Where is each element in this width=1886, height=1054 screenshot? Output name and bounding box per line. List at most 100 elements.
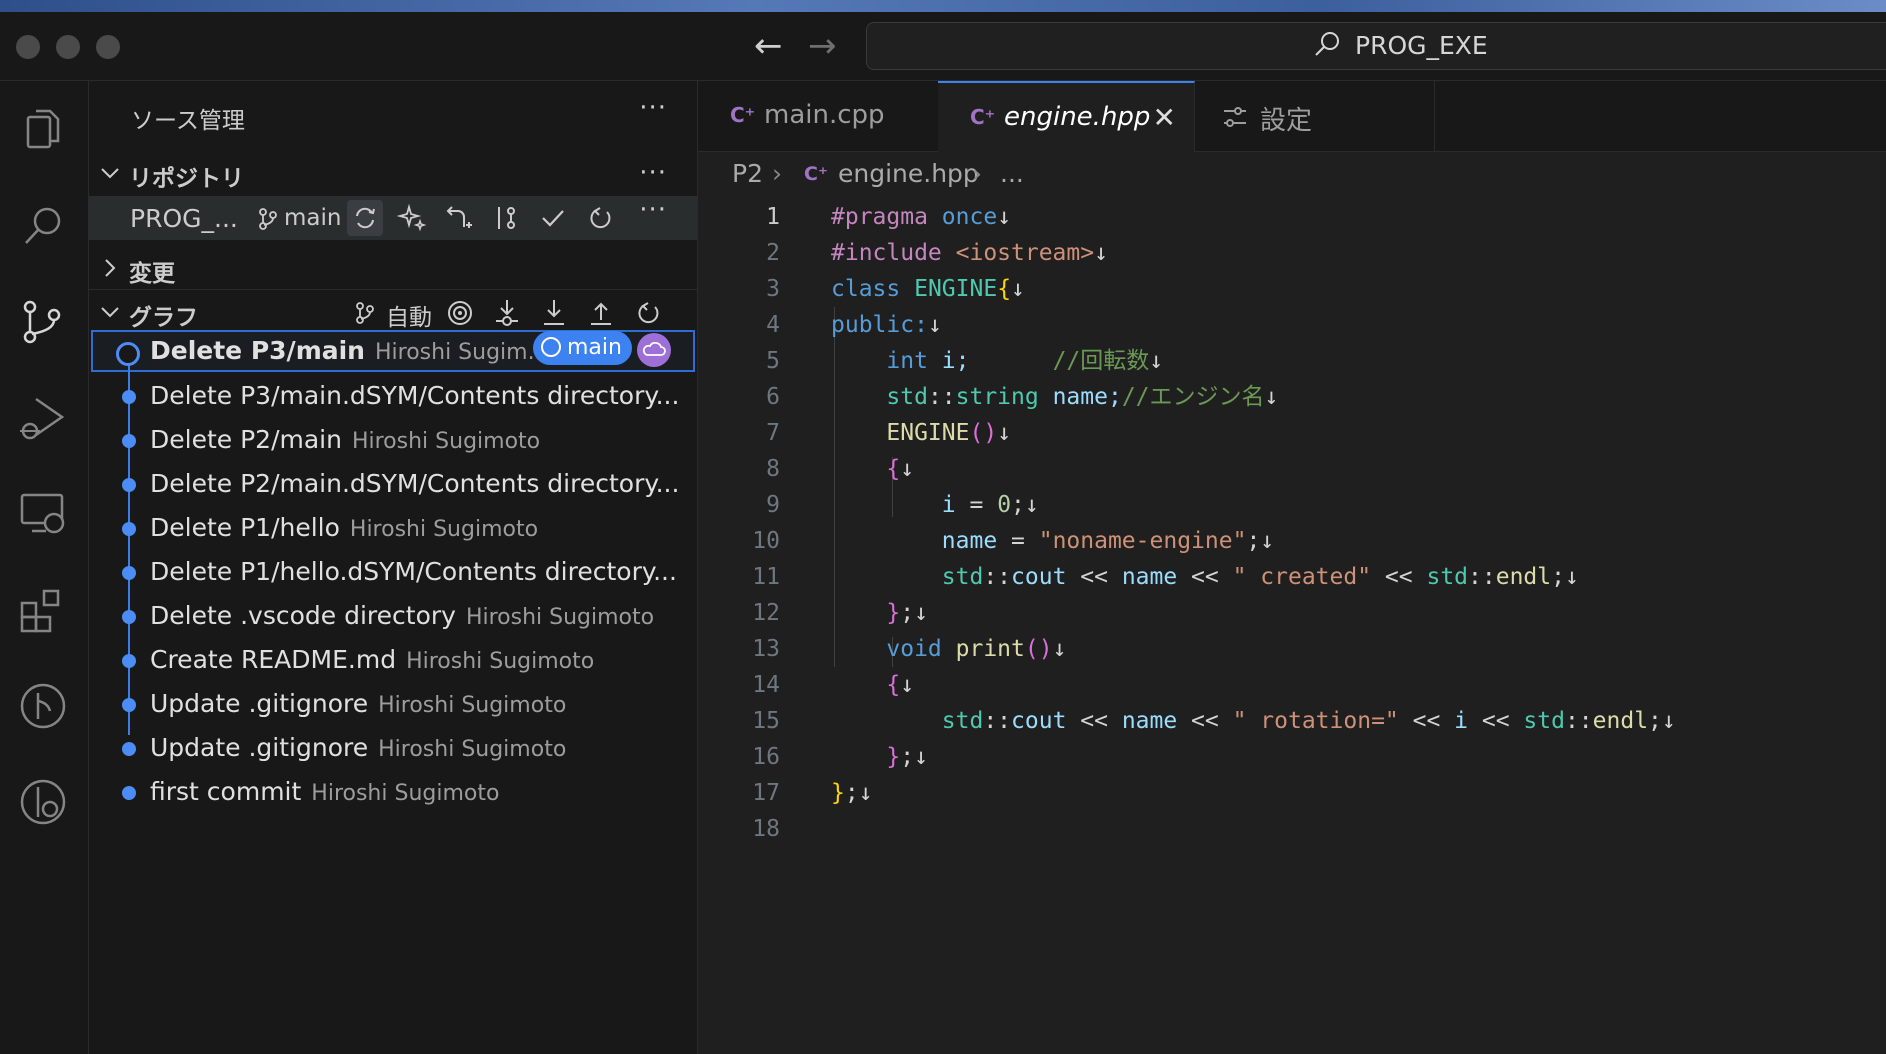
commit-node xyxy=(122,654,136,668)
breadcrumb-file[interactable]: engine.hpp xyxy=(838,159,979,188)
run-debug-icon[interactable] xyxy=(16,391,70,445)
fetch-icon[interactable] xyxy=(492,298,522,328)
commit-row[interactable]: Delete P2/main.dSYM/Contents directory..… xyxy=(89,463,697,507)
changes-section-label: 変更 xyxy=(129,261,175,287)
sparkle-icon[interactable] xyxy=(397,203,427,233)
repository-row[interactable]: PROG_... main ··· xyxy=(89,195,697,240)
code-line: 17};↓ xyxy=(752,780,873,806)
explorer-icon[interactable] xyxy=(16,103,70,157)
close-window-button[interactable] xyxy=(16,35,40,59)
commit-node xyxy=(122,434,136,448)
commit-row[interactable]: Delete P1/hello.dSYM/Contents directory.… xyxy=(89,551,697,595)
chevron-right-icon xyxy=(105,259,116,277)
commit-row[interactable]: Delete P3/main.dSYM/Contents directory..… xyxy=(89,375,697,419)
commit-row[interactable]: Delete P2/main Hiroshi Sugimoto xyxy=(89,419,697,463)
commit-node xyxy=(122,566,136,580)
close-icon[interactable]: ✕ xyxy=(1153,101,1176,134)
editor-area: C⁺ main.cpp C⁺ engine.hpp ✕ 設定 P2 › C⁺ e… xyxy=(698,81,1886,1054)
forward-arrow-icon[interactable]: → xyxy=(808,26,837,66)
code-line: 5 int i; //回転数↓ xyxy=(766,348,1164,374)
code-line: 13 void print()↓ xyxy=(752,636,1067,662)
back-arrow-icon[interactable]: ← xyxy=(754,26,783,66)
create-pull-request-icon[interactable] xyxy=(444,203,474,233)
cpp-file-icon: C⁺ xyxy=(804,163,828,185)
commit-row[interactable]: Delete .vscode directory Hiroshi Sugimoto xyxy=(89,595,697,639)
sync-icon[interactable] xyxy=(350,203,380,233)
zoom-window-button[interactable] xyxy=(96,35,120,59)
push-icon[interactable] xyxy=(586,298,616,328)
breadcrumb-symbol[interactable]: ... xyxy=(1000,159,1024,188)
desktop-strip xyxy=(0,0,1886,12)
commit-message: Delete P1/hello Hiroshi Sugimoto xyxy=(150,513,539,542)
commit-row[interactable]: Create README.md Hiroshi Sugimoto xyxy=(89,639,697,683)
code-line: 3 class ENGINE{↓ xyxy=(766,276,1025,302)
commit-message: first commit Hiroshi Sugimoto xyxy=(150,777,500,806)
code-line: 12 };↓ xyxy=(752,600,928,626)
command-center-search[interactable]: PROG_EXE xyxy=(866,22,1886,70)
code-line: 18 xyxy=(752,816,780,842)
commit-message: Delete P1/hello.dSYM/Contents directory.… xyxy=(150,557,677,586)
extensions-icon[interactable] xyxy=(16,583,70,637)
commit-message: Delete P2/main Hiroshi Sugimoto xyxy=(150,425,541,454)
cloud-icon xyxy=(637,333,671,367)
pull-icon[interactable] xyxy=(539,298,569,328)
refresh-icon[interactable] xyxy=(585,203,615,233)
chevron-right-icon: › xyxy=(972,159,982,188)
commit-message: Update .gitignore Hiroshi Sugimoto xyxy=(150,689,567,718)
commit-node xyxy=(122,390,136,404)
code-line: 1 #pragma once↓ xyxy=(766,204,1012,230)
commit-row[interactable]: Update .gitignore Hiroshi Sugimoto xyxy=(89,727,697,771)
commit-node xyxy=(122,742,136,756)
head-commit-node xyxy=(116,342,140,366)
code-line: 15 std::cout << name << " rotation=" << … xyxy=(752,708,1676,734)
branch-icon xyxy=(356,302,374,324)
chevron-right-icon: › xyxy=(772,159,782,188)
remote-explorer-icon[interactable] xyxy=(16,487,70,541)
refresh-icon[interactable] xyxy=(633,298,663,328)
commit-row[interactable]: Delete P1/hello Hiroshi Sugimoto xyxy=(89,507,697,551)
repositories-more-button[interactable]: ··· xyxy=(639,158,667,188)
commit-message: Update .gitignore Hiroshi Sugimoto xyxy=(150,733,567,762)
graph-section-header[interactable]: グラフ 自動 xyxy=(89,293,697,333)
tab-bar: C⁺ main.cpp C⁺ engine.hpp ✕ 設定 xyxy=(698,81,1886,153)
commit-node xyxy=(122,698,136,712)
git-lens-icon[interactable] xyxy=(16,775,70,829)
commit-row[interactable]: first commit Hiroshi Sugimoto xyxy=(89,771,697,815)
minimize-window-button[interactable] xyxy=(56,35,80,59)
breadcrumb-folder[interactable]: P2 xyxy=(732,159,763,188)
target-icon xyxy=(541,337,561,357)
branch-icon xyxy=(259,208,277,230)
graph-auto-button[interactable]: 自動 xyxy=(386,298,432,332)
tab-main-cpp[interactable]: C⁺ main.cpp xyxy=(698,81,939,151)
branch-compare-icon[interactable] xyxy=(491,203,521,233)
commit-message: Delete P3/main.dSYM/Contents directory..… xyxy=(150,381,680,410)
chevron-down-icon xyxy=(101,307,119,318)
repository-name: PROG_... xyxy=(130,204,238,233)
tab-label: 設定 xyxy=(1260,106,1313,136)
sidebar-title: ソース管理 xyxy=(131,108,245,134)
cpp-file-icon: C⁺ xyxy=(730,103,756,127)
tab-settings[interactable]: 設定 xyxy=(1194,81,1435,151)
tab-engine-hpp[interactable]: C⁺ engine.hpp ✕ xyxy=(938,81,1195,153)
branch-badge[interactable]: main xyxy=(533,331,632,365)
target-icon[interactable] xyxy=(445,298,475,328)
commit-row[interactable]: Delete P3/main Hiroshi Sugim... main xyxy=(89,330,697,374)
commit-row[interactable]: Update .gitignore Hiroshi Sugimoto xyxy=(89,683,697,727)
changes-section-header[interactable]: 変更 xyxy=(89,249,697,290)
code-line: 6 std::string name;//エンジン名↓ xyxy=(766,384,1279,410)
activity-bar xyxy=(0,81,89,1054)
code-line: 2 #include <iostream>↓ xyxy=(766,240,1108,266)
source-control-icon[interactable] xyxy=(16,295,70,349)
git-graph-icon[interactable] xyxy=(16,679,70,733)
search-label: PROG_EXE xyxy=(1355,31,1488,60)
commit-node xyxy=(122,786,136,800)
repositories-section-header[interactable]: リポジトリ ··· xyxy=(89,154,697,194)
search-view-icon[interactable] xyxy=(16,199,70,253)
chevron-down-icon xyxy=(101,168,119,179)
commit-node xyxy=(122,610,136,624)
repository-branch[interactable]: main xyxy=(284,205,341,231)
commit-check-icon[interactable] xyxy=(538,203,568,233)
sidebar-more-button[interactable]: ··· xyxy=(639,93,667,123)
repository-more-button[interactable]: ··· xyxy=(639,195,667,225)
code-line: 7 ENGINE()↓ xyxy=(766,420,1012,446)
